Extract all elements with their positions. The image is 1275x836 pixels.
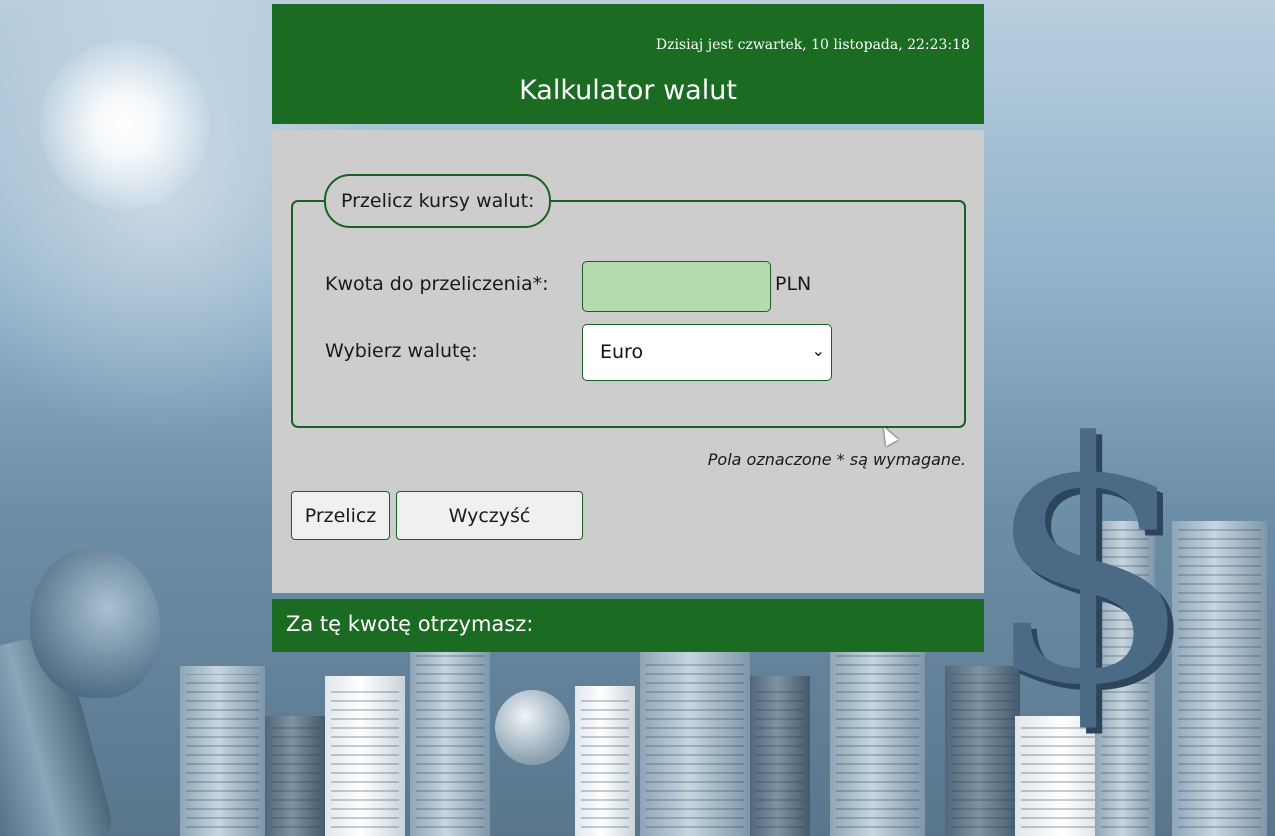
dollar-sign-graphic: $ (985, 373, 1195, 757)
page-title: Kalkulator walut (519, 75, 737, 106)
required-note: Pola oznaczone * są wymagane. (707, 450, 966, 469)
fieldset-legend: Przelicz kursy walut: (324, 174, 552, 228)
result-bar: Za tę kwotę otrzymasz: (272, 599, 984, 652)
amount-unit: PLN (775, 273, 812, 295)
tower-sphere-graphic (495, 690, 570, 765)
clear-button[interactable]: Wyczyść (396, 491, 583, 540)
skyscraper-graphic (325, 676, 405, 836)
skyscraper-graphic (180, 666, 265, 836)
calculator-app: Dzisiaj jest czwartek, 10 listopada, 22:… (272, 4, 984, 652)
page-header: Dzisiaj jest czwartek, 10 listopada, 22:… (272, 4, 984, 124)
skyscraper-graphic (265, 716, 325, 836)
skyscraper-graphic (410, 646, 490, 836)
currency-select[interactable]: Euro ⌄ (582, 324, 832, 381)
amount-label: Kwotа do przeliczenia*: (325, 273, 549, 295)
figure-head-graphic (30, 548, 160, 698)
sun-graphic (40, 40, 210, 210)
convert-button[interactable]: Przelicz (291, 491, 390, 540)
skyscraper-graphic (750, 676, 810, 836)
chevron-down-icon: ⌄ (811, 341, 825, 360)
date-display: Dzisiaj jest czwartek, 10 listopada, 22:… (655, 37, 970, 53)
result-label: Za tę kwotę otrzymasz: (286, 612, 534, 636)
currency-select-value: Euro (600, 341, 644, 363)
conversion-fieldset: Przelicz kursy walut: Kwotа do przelicze… (291, 174, 966, 428)
form-panel: Przelicz kursy walut: Kwotа do przelicze… (272, 130, 984, 593)
amount-input[interactable] (582, 261, 771, 312)
skyscraper-graphic (640, 651, 750, 836)
skyscraper-graphic (575, 686, 635, 836)
currency-label: Wybierz walutę: (325, 340, 478, 362)
